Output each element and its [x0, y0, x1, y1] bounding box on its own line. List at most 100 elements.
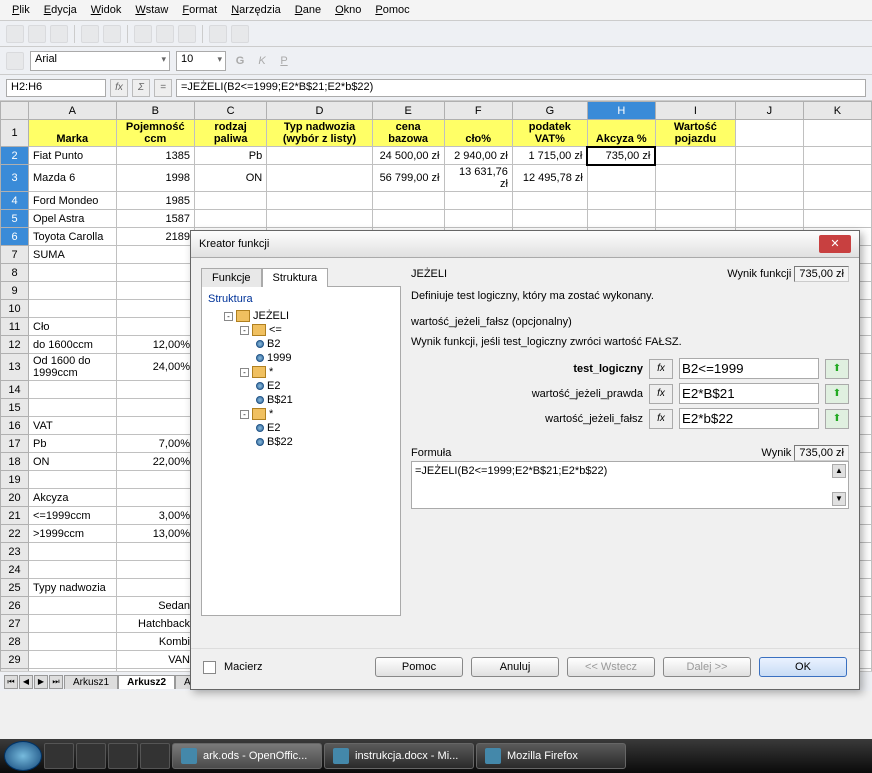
- cell-I3[interactable]: [655, 165, 735, 192]
- column-header-I[interactable]: I: [655, 102, 735, 120]
- row-header-8[interactable]: 8: [1, 264, 29, 282]
- save-icon[interactable]: [50, 25, 68, 43]
- column-header-F[interactable]: F: [444, 102, 512, 120]
- menu-wstaw[interactable]: Wstaw: [129, 2, 174, 18]
- cell-A10[interactable]: [29, 300, 117, 318]
- row-header-13[interactable]: 13: [1, 354, 29, 381]
- column-header-J[interactable]: J: [735, 102, 803, 120]
- menu-format[interactable]: Format: [176, 2, 223, 18]
- cell-F5[interactable]: [444, 210, 512, 228]
- row-header-21[interactable]: 21: [1, 507, 29, 525]
- column-header-A[interactable]: A: [29, 102, 117, 120]
- cell-E1[interactable]: cena bazowa: [372, 120, 444, 147]
- tab-structure[interactable]: Struktura: [262, 268, 329, 287]
- row-header-19[interactable]: 19: [1, 471, 29, 489]
- cell-F1[interactable]: cło%: [444, 120, 512, 147]
- arg-input[interactable]: [679, 408, 819, 429]
- start-button-icon[interactable]: [4, 741, 42, 771]
- tree-node[interactable]: B$22: [256, 435, 394, 449]
- row-header-9[interactable]: 9: [1, 282, 29, 300]
- cell-B17[interactable]: 7,00%: [116, 435, 194, 453]
- tree-expander-icon[interactable]: -: [240, 368, 249, 377]
- row-header-25[interactable]: 25: [1, 579, 29, 597]
- help-button[interactable]: Pomoc: [375, 657, 463, 677]
- cell-B15[interactable]: [116, 399, 194, 417]
- underline-icon[interactable]: P: [276, 55, 292, 67]
- row-header-26[interactable]: 26: [1, 597, 29, 615]
- cell-J3[interactable]: [735, 165, 803, 192]
- cell-B18[interactable]: 22,00%: [116, 453, 194, 471]
- cell-A28[interactable]: [29, 633, 117, 651]
- menu-plik[interactable]: Plik: [6, 2, 36, 18]
- menu-narzędzia[interactable]: Narzędzia: [225, 2, 287, 18]
- cell-I4[interactable]: [655, 192, 735, 210]
- shrink-icon[interactable]: ⬆: [825, 384, 849, 404]
- cell-B29[interactable]: VAN: [116, 651, 194, 669]
- new-icon[interactable]: [6, 25, 24, 43]
- sheet-tab-arkusz1[interactable]: Arkusz1: [64, 675, 118, 689]
- cell-C2[interactable]: Pb: [195, 147, 267, 165]
- menu-pomoc[interactable]: Pomoc: [369, 2, 415, 18]
- cell-A14[interactable]: [29, 381, 117, 399]
- tree-node[interactable]: -<=: [240, 323, 394, 337]
- row-header-29[interactable]: 29: [1, 651, 29, 669]
- dialog-titlebar[interactable]: Kreator funkcji ✕: [191, 231, 859, 258]
- row-header-20[interactable]: 20: [1, 489, 29, 507]
- tree-expander-icon[interactable]: -: [224, 312, 233, 321]
- cell-B16[interactable]: [116, 417, 194, 435]
- cell-J4[interactable]: [735, 192, 803, 210]
- cell-F3[interactable]: 13 631,76 zł: [444, 165, 512, 192]
- fx-icon[interactable]: fx: [649, 409, 673, 429]
- cell-A19[interactable]: [29, 471, 117, 489]
- row-header-22[interactable]: 22: [1, 525, 29, 543]
- row-header-5[interactable]: 5: [1, 210, 29, 228]
- style-icon[interactable]: [6, 52, 24, 70]
- cell-K1[interactable]: [803, 120, 871, 147]
- cell-A9[interactable]: [29, 282, 117, 300]
- font-name-combo[interactable]: Arial: [30, 51, 170, 71]
- cell-C5[interactable]: [195, 210, 267, 228]
- tab-nav-first-icon[interactable]: ⏮: [4, 675, 18, 689]
- function-wizard-icon[interactable]: fx: [110, 79, 128, 97]
- pinned-app-icon[interactable]: [140, 743, 170, 769]
- cell-A23[interactable]: [29, 543, 117, 561]
- undo-icon[interactable]: [209, 25, 227, 43]
- menu-dane[interactable]: Dane: [289, 2, 327, 18]
- cell-B10[interactable]: [116, 300, 194, 318]
- cell-B11[interactable]: [116, 318, 194, 336]
- column-header-C[interactable]: C: [195, 102, 267, 120]
- arg-input[interactable]: [679, 358, 819, 379]
- shrink-icon[interactable]: ⬆: [825, 409, 849, 429]
- cell-A1[interactable]: Marka: [29, 120, 117, 147]
- equals-icon[interactable]: =: [154, 79, 172, 97]
- row-header-27[interactable]: 27: [1, 615, 29, 633]
- row-header-2[interactable]: 2: [1, 147, 29, 165]
- row-header-7[interactable]: 7: [1, 246, 29, 264]
- tree-node[interactable]: E2: [256, 379, 394, 393]
- row-header-28[interactable]: 28: [1, 633, 29, 651]
- cell-J2[interactable]: [735, 147, 803, 165]
- cut-icon[interactable]: [134, 25, 152, 43]
- column-header-G[interactable]: G: [512, 102, 587, 120]
- matrix-checkbox[interactable]: [203, 661, 216, 674]
- cell-I1[interactable]: Wartość pojazdu: [655, 120, 735, 147]
- tree-node[interactable]: E2: [256, 421, 394, 435]
- pinned-app-icon[interactable]: [76, 743, 106, 769]
- taskbar-item[interactable]: ark.ods - OpenOffic...: [172, 743, 322, 769]
- cell-I2[interactable]: [655, 147, 735, 165]
- row-header-10[interactable]: 10: [1, 300, 29, 318]
- cell-F4[interactable]: [444, 192, 512, 210]
- cell-B6[interactable]: 2189: [116, 228, 194, 246]
- column-header-K[interactable]: K: [803, 102, 871, 120]
- column-header-B[interactable]: B: [116, 102, 194, 120]
- row-header-24[interactable]: 24: [1, 561, 29, 579]
- cell-C1[interactable]: rodzaj paliwa: [195, 120, 267, 147]
- menu-edycja[interactable]: Edycja: [38, 2, 83, 18]
- row-header-17[interactable]: 17: [1, 435, 29, 453]
- cell-A4[interactable]: Ford Mondeo: [29, 192, 117, 210]
- scroll-down-icon[interactable]: ▼: [832, 492, 846, 506]
- preview-icon[interactable]: [103, 25, 121, 43]
- shrink-icon[interactable]: ⬆: [825, 359, 849, 379]
- tree-node[interactable]: -*: [240, 365, 394, 379]
- cell-H5[interactable]: [587, 210, 655, 228]
